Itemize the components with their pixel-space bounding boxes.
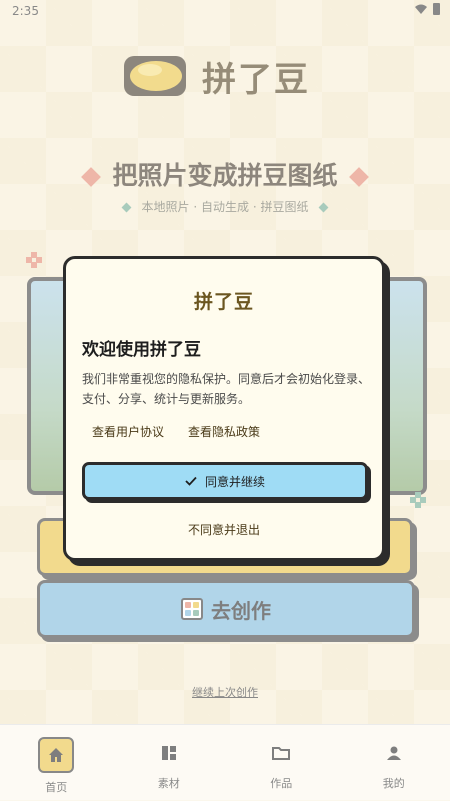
dialog-links: 查看用户协议 查看隐私政策 — [92, 423, 260, 440]
privacy-dialog: 拼了豆 欢迎使用拼了豆 我们非常重视您的隐私保护。同意后才会初始化登录、支付、分… — [63, 256, 385, 561]
agree-button[interactable]: 同意并继续 — [82, 462, 368, 500]
dialog-body: 我们非常重视您的隐私保护。同意后才会初始化登录、支付、分享、统计与更新服务。 — [82, 369, 372, 409]
dialog-title: 欢迎使用拼了豆 — [82, 335, 201, 360]
privacy-policy-link[interactable]: 查看隐私政策 — [188, 423, 260, 440]
decline-button[interactable]: 不同意并退出 — [66, 521, 382, 538]
check-icon — [185, 475, 197, 487]
agree-button-label: 同意并继续 — [205, 473, 265, 490]
dialog-brand: 拼了豆 — [66, 287, 382, 314]
user-agreement-link[interactable]: 查看用户协议 — [92, 423, 164, 440]
